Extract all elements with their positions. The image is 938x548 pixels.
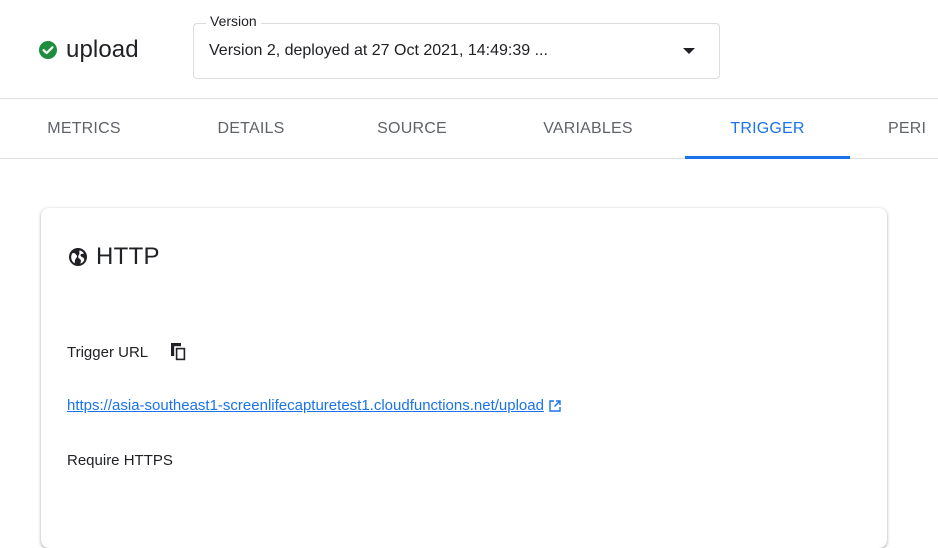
- tab-metrics[interactable]: METRICS: [38, 99, 130, 159]
- copy-icon[interactable]: [170, 342, 188, 362]
- page-header: upload Version Version 2, deployed at 27…: [0, 0, 938, 98]
- require-https-text: Require HTTPS: [67, 452, 173, 469]
- version-label: Version: [206, 13, 261, 29]
- dropdown-arrow-icon[interactable]: [683, 48, 695, 54]
- external-link-icon[interactable]: [548, 399, 562, 413]
- card-title: HTTP: [96, 243, 160, 270]
- tab-trigger[interactable]: TRIGGER: [685, 99, 850, 159]
- tab-permissions[interactable]: PERI: [888, 99, 938, 159]
- tab-source[interactable]: SOURCE: [368, 99, 456, 159]
- trigger-url-label: Trigger URL: [67, 343, 149, 361]
- version-select[interactable]: Version Version 2, deployed at 27 Oct 20…: [193, 13, 720, 79]
- globe-icon: [69, 248, 87, 266]
- check-circle-icon: [39, 41, 57, 59]
- trigger-card: HTTP Trigger URL https://asia-southeast1…: [41, 208, 887, 548]
- function-heading: upload: [38, 36, 139, 64]
- card-header: HTTP: [68, 243, 160, 271]
- tab-details[interactable]: DETAILS: [206, 99, 296, 159]
- version-value: Version 2, deployed at 27 Oct 2021, 14:4…: [209, 42, 548, 59]
- trigger-url-row: https://asia-southeast1-screenlifecaptur…: [67, 397, 562, 414]
- tab-bar: METRICS DETAILS SOURCE VARIABLES TRIGGER…: [0, 99, 938, 159]
- active-tab-indicator: [685, 156, 850, 159]
- trigger-url-label-row: Trigger URL: [67, 342, 188, 362]
- trigger-url-link[interactable]: https://asia-southeast1-screenlifecaptur…: [67, 397, 544, 414]
- tab-variables[interactable]: VARIABLES: [528, 99, 648, 159]
- function-name: upload: [66, 36, 139, 63]
